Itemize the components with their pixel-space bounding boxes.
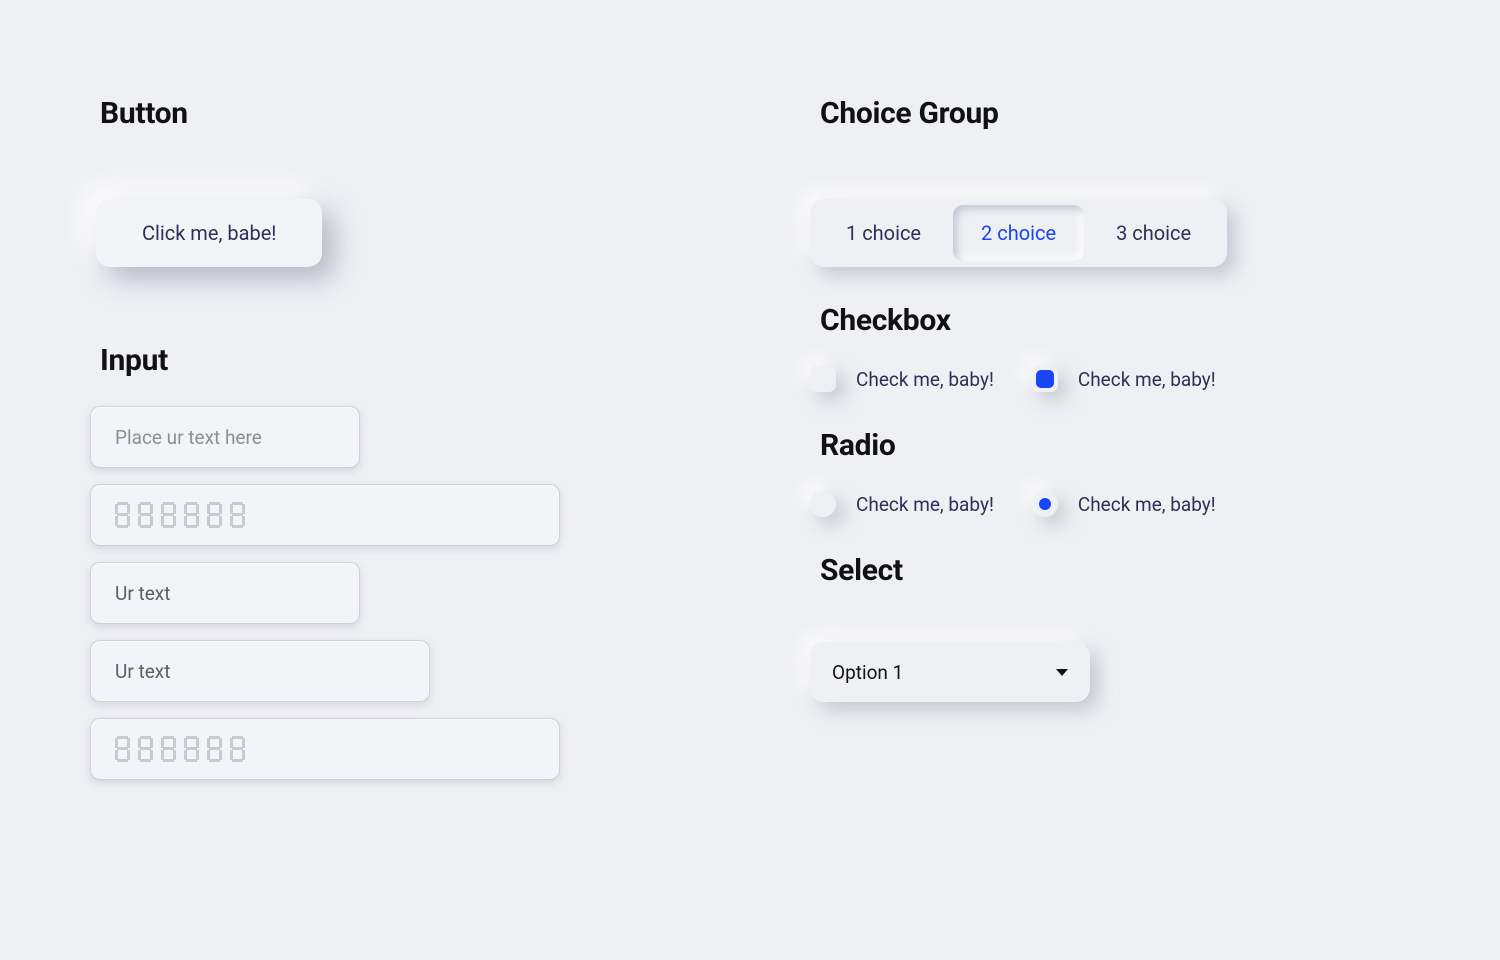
digit-placeholder-icon bbox=[115, 502, 130, 528]
digit-placeholder-icon bbox=[161, 502, 176, 528]
radio-label: Check me, baby! bbox=[856, 493, 994, 516]
radio-2[interactable] bbox=[1032, 491, 1058, 517]
digit-placeholder-icon bbox=[184, 502, 199, 528]
radio-label: Check me, baby! bbox=[1078, 493, 1216, 516]
checkbox-2[interactable] bbox=[1032, 366, 1058, 392]
seven-segment-row bbox=[115, 736, 245, 762]
text-input-placeholder[interactable]: Place ur text here bbox=[90, 406, 360, 468]
checkbox-label: Check me, baby! bbox=[856, 368, 994, 391]
checkbox-row: Check me, baby! Check me, baby! bbox=[810, 366, 1410, 392]
chevron-down-icon bbox=[1056, 669, 1068, 676]
select-heading: Select bbox=[820, 553, 1410, 588]
radio-1[interactable] bbox=[810, 491, 836, 517]
digit-input-1[interactable] bbox=[90, 484, 560, 546]
digit-input-2[interactable] bbox=[90, 718, 560, 780]
select-dropdown[interactable]: Option 1 bbox=[810, 642, 1090, 702]
checkbox-label: Check me, baby! bbox=[1078, 368, 1216, 391]
radio-dot-icon bbox=[1039, 498, 1051, 510]
digit-placeholder-icon bbox=[230, 736, 245, 762]
input-heading: Input bbox=[100, 343, 690, 378]
button-heading: Button bbox=[100, 96, 690, 131]
digit-placeholder-icon bbox=[138, 736, 153, 762]
checkbox-check-icon bbox=[1036, 370, 1054, 388]
primary-button[interactable]: Click me, babe! bbox=[96, 199, 322, 267]
choice-option-3[interactable]: 3 choice bbox=[1088, 205, 1219, 261]
digit-placeholder-icon bbox=[161, 736, 176, 762]
digit-placeholder-icon bbox=[115, 736, 130, 762]
choice-option-1[interactable]: 1 choice bbox=[818, 205, 949, 261]
checkbox-heading: Checkbox bbox=[820, 303, 1410, 338]
radio-heading: Radio bbox=[820, 428, 1410, 463]
text-value-b: Ur text bbox=[115, 660, 170, 683]
digit-placeholder-icon bbox=[184, 736, 199, 762]
choice-option-2[interactable]: 2 choice bbox=[953, 205, 1084, 261]
digit-placeholder-icon bbox=[207, 736, 222, 762]
radio-row: Check me, baby! Check me, baby! bbox=[810, 491, 1410, 517]
text-value-a: Ur text bbox=[115, 582, 170, 605]
checkbox-1[interactable] bbox=[810, 366, 836, 392]
text-input-b[interactable]: Ur text bbox=[90, 640, 430, 702]
select-value: Option 1 bbox=[832, 661, 903, 684]
placeholder-text: Place ur text here bbox=[115, 426, 262, 449]
seven-segment-row bbox=[115, 502, 245, 528]
choice-group: 1 choice2 choice3 choice bbox=[810, 199, 1227, 267]
text-input-a[interactable]: Ur text bbox=[90, 562, 360, 624]
digit-placeholder-icon bbox=[138, 502, 153, 528]
digit-placeholder-icon bbox=[230, 502, 245, 528]
digit-placeholder-icon bbox=[207, 502, 222, 528]
choice-group-heading: Choice Group bbox=[820, 96, 1410, 131]
